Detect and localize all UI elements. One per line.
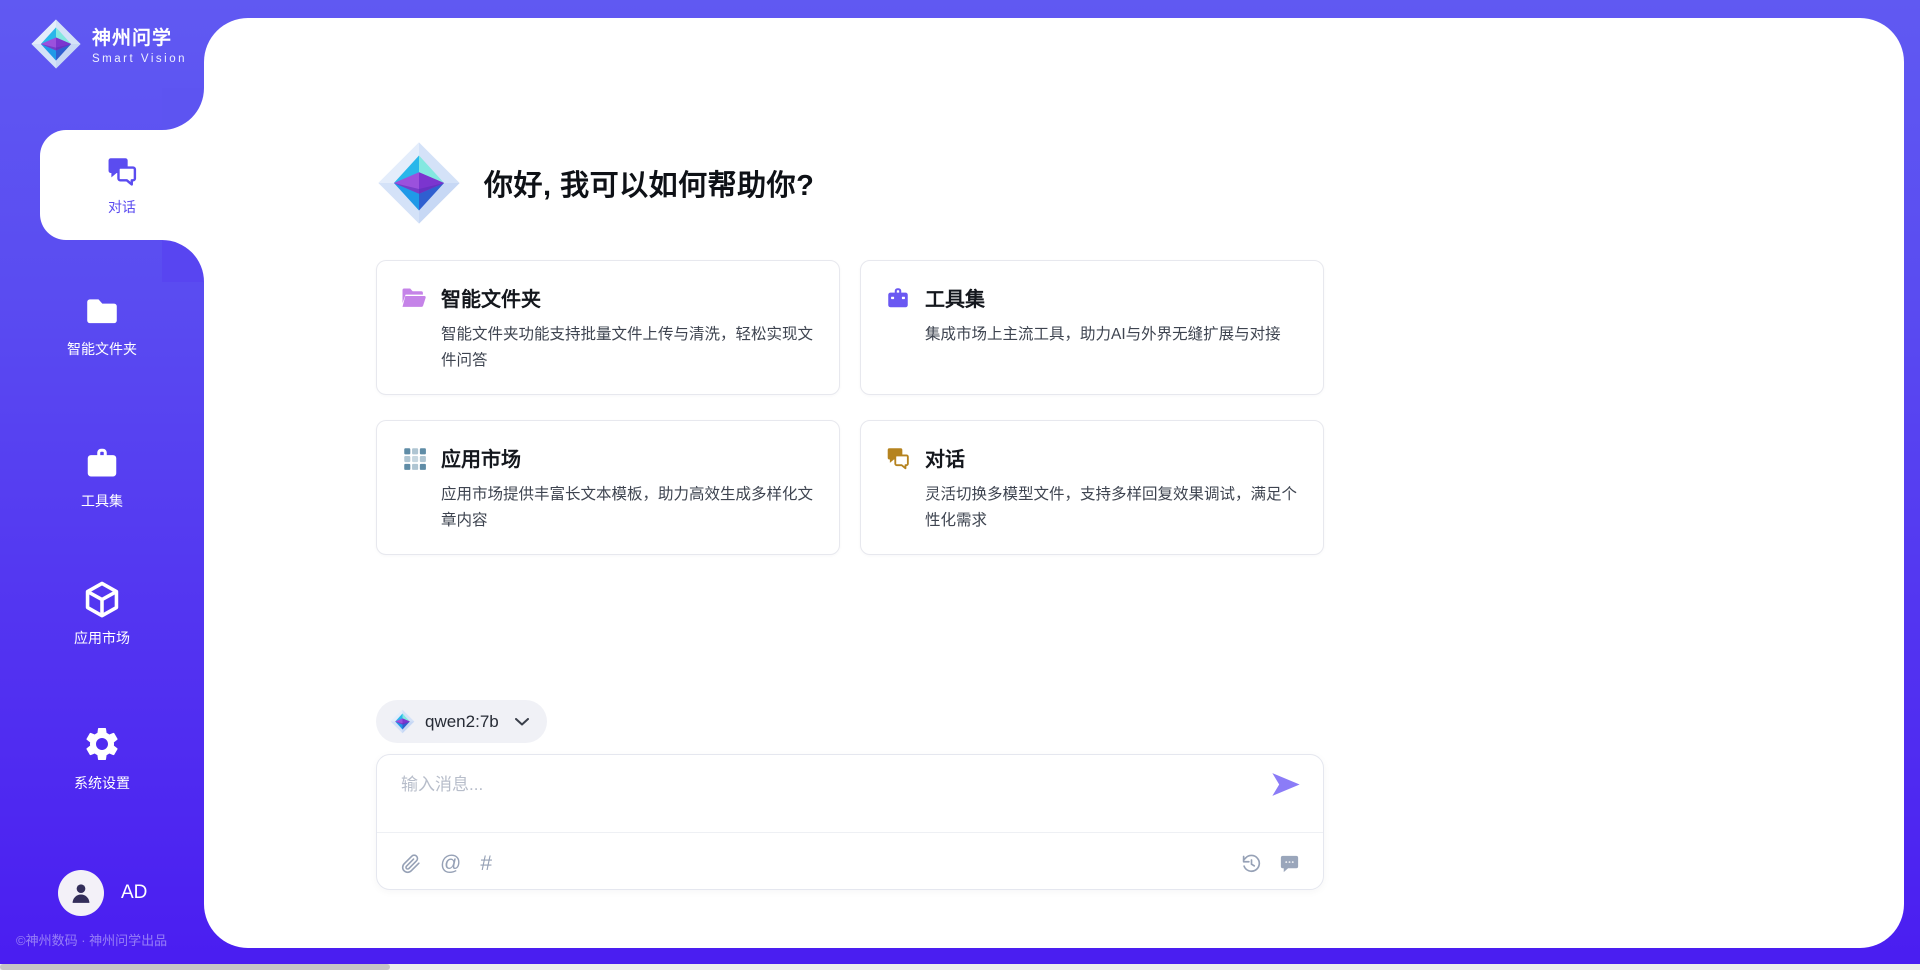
- card-app-market[interactable]: 应用市场 应用市场提供丰富长文本模板，助力高效生成多样化文章内容: [376, 420, 840, 555]
- person-icon: [67, 879, 95, 907]
- user-profile[interactable]: AD: [58, 870, 147, 916]
- brand-diamond-icon: [390, 709, 415, 734]
- card-title: 工具集: [925, 283, 985, 312]
- feature-cards: 智能文件夹 智能文件夹功能支持批量文件上传与清洗，轻松实现文件问答 工具集 集成…: [376, 260, 1324, 555]
- send-button[interactable]: [1271, 772, 1301, 797]
- sidebar-item-settings[interactable]: 系统设置: [0, 724, 204, 793]
- sidebar-item-toolset[interactable]: 工具集: [0, 444, 204, 511]
- gear-icon: [82, 724, 122, 764]
- toolbox-icon: [885, 285, 911, 311]
- chevron-down-icon: [515, 718, 529, 726]
- feedback-bubble-icon: [1278, 852, 1301, 875]
- cube-icon: [82, 579, 122, 619]
- sidebar-item-label: 系统设置: [74, 773, 130, 793]
- history-icon: [1241, 853, 1262, 874]
- horizontal-scrollbar[interactable]: [0, 964, 1920, 970]
- active-tab-fillet-top: [162, 88, 204, 130]
- sidebar-item-app-market[interactable]: 应用市场: [0, 579, 204, 648]
- mention-button[interactable]: @: [440, 853, 461, 874]
- toolbox-icon: [83, 444, 121, 482]
- brand: 神州问学 Smart Vision: [30, 18, 187, 70]
- hashtag-icon: #: [480, 853, 492, 874]
- chat-bubbles-icon: [105, 154, 139, 188]
- card-title: 对话: [925, 443, 965, 472]
- paperclip-icon: [401, 854, 421, 874]
- model-selector[interactable]: qwen2:7b: [376, 700, 547, 743]
- card-title: 应用市场: [441, 443, 521, 472]
- at-sign-icon: @: [440, 853, 461, 874]
- scrollbar-thumb[interactable]: [0, 964, 390, 970]
- user-name: AD: [121, 882, 147, 904]
- card-smart-folder[interactable]: 智能文件夹 智能文件夹功能支持批量文件上传与清洗，轻松实现文件问答: [376, 260, 840, 395]
- attach-file-button[interactable]: [401, 854, 421, 874]
- send-arrow-icon: [1271, 772, 1301, 797]
- greeting-title: 你好, 我可以如何帮助你?: [484, 162, 814, 204]
- sidebar: 神州问学 Smart Vision 对话 智能文件夹 工具集: [0, 0, 204, 970]
- sidebar-item-smart-folder[interactable]: 智能文件夹: [0, 292, 204, 359]
- message-composer: @ #: [376, 754, 1324, 890]
- avatar: [58, 870, 104, 916]
- card-description: 智能文件夹功能支持批量文件上传与清洗，轻松实现文件问答: [441, 322, 815, 374]
- folder-icon: [83, 292, 121, 330]
- feedback-button[interactable]: [1278, 852, 1301, 875]
- sidebar-item-label: 应用市场: [74, 628, 130, 648]
- card-toolset[interactable]: 工具集 集成市场上主流工具，助力AI与外界无缝扩展与对接: [860, 260, 1324, 395]
- composer-divider: [377, 832, 1323, 833]
- brand-subtitle: Smart Vision: [92, 53, 187, 65]
- active-tab-fillet-bottom: [162, 240, 204, 282]
- card-chat[interactable]: 对话 灵活切换多模型文件，支持多样回复效果调试，满足个性化需求: [860, 420, 1324, 555]
- model-name: qwen2:7b: [425, 712, 499, 732]
- sidebar-item-label: 对话: [108, 197, 136, 217]
- card-title: 智能文件夹: [441, 283, 541, 312]
- sidebar-item-chat[interactable]: 对话: [40, 130, 204, 240]
- card-description: 应用市场提供丰富长文本模板，助力高效生成多样化文章内容: [441, 482, 815, 534]
- grid-icon: [401, 445, 427, 471]
- history-button[interactable]: [1241, 853, 1262, 874]
- card-description: 集成市场上主流工具，助力AI与外界无缝扩展与对接: [925, 322, 1299, 348]
- brand-name: 神州问学: [92, 23, 187, 50]
- folder-open-icon: [401, 286, 427, 310]
- greeting: 你好, 我可以如何帮助你?: [376, 140, 814, 226]
- copyright-footer: ©神州数码 · 神州问学出品: [16, 930, 167, 949]
- sidebar-item-label: 工具集: [81, 491, 123, 511]
- brand-diamond-icon: [376, 140, 462, 226]
- hashtag-button[interactable]: #: [480, 853, 492, 874]
- chat-bubbles-icon: [885, 445, 911, 471]
- sidebar-item-label: 智能文件夹: [67, 339, 137, 359]
- brand-logo-icon: [30, 18, 82, 70]
- message-input[interactable]: [401, 771, 1251, 799]
- card-description: 灵活切换多模型文件，支持多样回复效果调试，满足个性化需求: [925, 482, 1299, 534]
